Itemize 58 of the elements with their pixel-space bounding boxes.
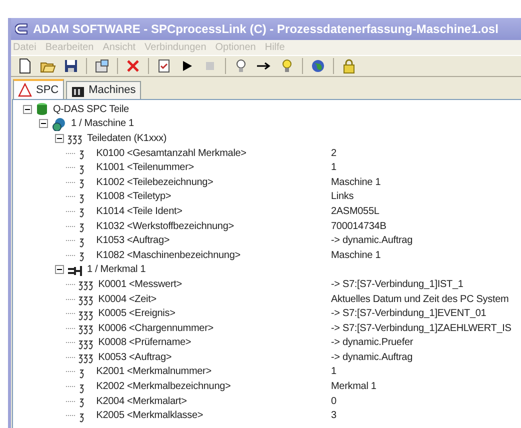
collapse-toggle[interactable] bbox=[55, 134, 64, 143]
field-value: -> dynamic.Auftrag bbox=[331, 234, 413, 248]
field-value: Maschine 1 bbox=[331, 176, 381, 190]
new-document-icon bbox=[17, 58, 33, 74]
tree-item[interactable]: K2005 <Merkmalklasse> bbox=[94, 408, 206, 424]
save-icon bbox=[63, 58, 79, 74]
globe-icon bbox=[310, 58, 326, 74]
tree-item[interactable]: K0008 <Prüfername> bbox=[96, 335, 194, 350]
field-value: 3 bbox=[331, 409, 336, 424]
tree-item[interactable]: K1014 <Teile Ident> bbox=[94, 204, 184, 219]
collapse-toggle[interactable] bbox=[55, 265, 64, 274]
tree-item[interactable]: K1082 <Maschinenbezeichnung> bbox=[94, 248, 242, 263]
field-value: -> S7:[S7-Verbindung_1]EVENT_01 bbox=[331, 307, 486, 322]
tree-item[interactable]: K1032 <Werkstoffbezeichnung> bbox=[94, 218, 236, 234]
field-value: 700014734B bbox=[331, 220, 386, 234]
collapse-toggle[interactable] bbox=[23, 104, 32, 114]
field-value: Links bbox=[331, 190, 354, 204]
field-value: 2 bbox=[331, 146, 336, 161]
field-value: -> S7:[S7-Verbindung_1]IST_1 bbox=[331, 278, 464, 292]
checklist-icon bbox=[156, 58, 172, 74]
warning-icon bbox=[18, 83, 32, 97]
database-icon bbox=[35, 102, 49, 116]
tree-item[interactable]: K0053 <Auftrag> bbox=[96, 350, 174, 365]
field-value: -> dynamic.Pruefer bbox=[331, 336, 414, 350]
tree-item[interactable]: K1053 <Auftrag> bbox=[94, 233, 172, 248]
tree-item[interactable]: Teiledaten (K1xxx) bbox=[85, 130, 169, 146]
tree-item[interactable]: K0005 <Ereignis> bbox=[96, 306, 178, 322]
field-value: Maschine 1 bbox=[331, 248, 381, 263]
tree-item[interactable]: K1008 <Teiletyp> bbox=[94, 189, 174, 204]
tree-item[interactable]: K2002 <Merkmalbezeichnung> bbox=[94, 379, 233, 394]
field-value: -> S7:[S7-Verbindung_1]ZAEHLWERT_IS bbox=[331, 322, 512, 336]
field-value: Aktuelles Datum und Zeit des PC System bbox=[331, 292, 509, 307]
field-value: Merkmal 1 bbox=[331, 380, 376, 394]
tree-item[interactable]: K0001 <Messwert> bbox=[96, 276, 184, 292]
tree-item[interactable]: K2004 <Merkmalart> bbox=[94, 394, 189, 409]
tree-item[interactable]: K1001 <Teilenummer> bbox=[94, 160, 196, 176]
collapse-toggle[interactable] bbox=[39, 119, 48, 128]
tree-item[interactable]: 1 / Merkmal 1 bbox=[85, 262, 148, 278]
delete-icon bbox=[125, 58, 141, 74]
padlock-icon bbox=[341, 58, 357, 74]
tree-item[interactable]: K0006 <Chargennummer> bbox=[96, 320, 216, 336]
machine-icon bbox=[51, 116, 67, 131]
window-title: ADAM SOFTWARE - SPCprocessLink (C) - Prozessdatenerfassung-Maschine1.osl bbox=[33, 21, 498, 38]
field-value: 1 bbox=[331, 161, 336, 176]
field-value: 2ASM055L bbox=[331, 204, 380, 219]
tab[interactable]: Machines bbox=[66, 81, 141, 99]
tree-item[interactable]: K0004 <Zeit> bbox=[96, 292, 158, 307]
field-value: 0 bbox=[331, 394, 336, 409]
app-icon bbox=[15, 22, 29, 36]
properties-icon bbox=[94, 58, 110, 74]
tree-item[interactable]: 1 / Maschine 1 bbox=[69, 116, 136, 132]
field-value: 1 bbox=[331, 365, 336, 380]
tab[interactable]: SPC bbox=[13, 79, 64, 99]
field-value: -> dynamic.Auftrag bbox=[331, 350, 413, 365]
tree-item[interactable]: K2001 <Merkmalnummer> bbox=[94, 364, 214, 380]
tree-item[interactable]: Q-DAS SPC Teile bbox=[51, 102, 131, 117]
tree-item[interactable]: K0100 <Gesamtanzahl Merkmale> bbox=[94, 146, 248, 161]
tree-item[interactable]: K1002 <Teilebezeichnung> bbox=[94, 174, 216, 190]
